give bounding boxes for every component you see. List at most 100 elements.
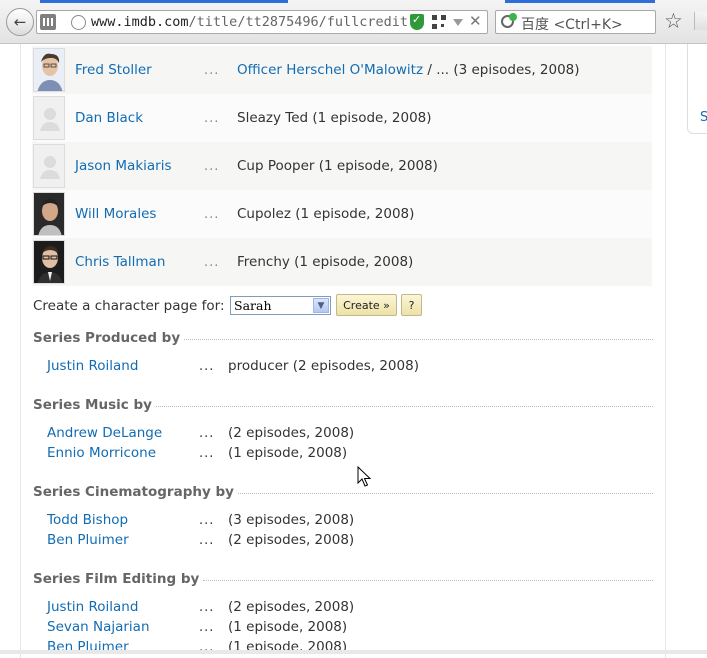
- credit-name-link[interactable]: Todd Bishop: [47, 512, 128, 528]
- cast-row: Jason Makiaris ... Cup Pooper (1 episode…: [32, 142, 652, 190]
- section-heading-produced: Series Produced by: [33, 329, 653, 347]
- apps-grid-icon[interactable]: [40, 14, 56, 30]
- person-silhouette-icon: [40, 156, 60, 179]
- section-rule: [237, 492, 653, 494]
- credit-dots: ...: [199, 512, 215, 528]
- actor-photo[interactable]: [33, 240, 65, 284]
- credit-dots: ...: [199, 445, 215, 461]
- create-button[interactable]: Create »: [336, 294, 397, 316]
- cast-row: Fred Stoller ... Officer Herschel O'Malo…: [32, 46, 652, 94]
- dropdown-icon[interactable]: [453, 19, 463, 26]
- cast-row: Will Morales ... Cupolez (1 episode, 200…: [32, 190, 652, 238]
- credit-dots: ...: [199, 619, 215, 635]
- search-bar[interactable]: 百度 <Ctrl+K>: [495, 10, 656, 34]
- cast-dots: ...: [204, 254, 220, 270]
- active-tab-indicator: [40, 0, 288, 3]
- actor-photo[interactable]: [33, 192, 65, 236]
- globe-icon: [71, 15, 86, 30]
- address-bar[interactable]: www.imdb.com/title/tt2875496/fullcredit …: [36, 10, 488, 34]
- right-rail-widget: S: [687, 44, 707, 134]
- actor-photo-image: [34, 241, 64, 283]
- actor-photo-placeholder[interactable]: [33, 96, 65, 140]
- url-path: /title/tt2875496/fullcredit: [188, 14, 408, 30]
- create-character-row: Create a character page for: Sarah ▼ Cre…: [33, 294, 422, 318]
- credit-row: Ben Pluimer ... (2 episodes, 2008): [47, 530, 647, 550]
- actor-photo-image: [34, 193, 64, 235]
- actor-name-link[interactable]: Jason Makiaris: [75, 158, 172, 174]
- credit-description: (3 episodes, 2008): [228, 512, 355, 528]
- credit-name-link[interactable]: Justin Roiland: [47, 599, 138, 615]
- shield-icon[interactable]: [410, 13, 424, 30]
- horizontal-scrollbar[interactable]: [0, 650, 707, 654]
- credit-row: Andrew DeLange ... (2 episodes, 2008): [47, 423, 647, 443]
- credit-row: Ennio Morricone ... (1 episode, 2008): [47, 443, 647, 463]
- credit-description: (2 episodes, 2008): [228, 425, 355, 441]
- cast-row: Chris Tallman ... Frenchy (1 episode, 20…: [32, 238, 652, 286]
- actor-name-link[interactable]: Will Morales: [75, 206, 156, 222]
- help-button[interactable]: ?: [401, 294, 422, 316]
- section-heading-music: Series Music by: [33, 396, 653, 414]
- section-title: Series Film Editing by: [33, 571, 200, 587]
- qr-code-icon[interactable]: [432, 15, 446, 29]
- character-cell: Cupolez (1 episode, 2008): [237, 206, 415, 222]
- credit-name-link[interactable]: Sevan Najarian: [47, 619, 150, 635]
- character-extra: / ... (3 episodes, 2008): [423, 62, 580, 78]
- actor-photo-image: [34, 49, 64, 91]
- credit-row: Ben Pluimer ... (1 episode, 2008): [47, 637, 647, 657]
- section-rule: [184, 338, 653, 340]
- section-title: Series Produced by: [33, 330, 181, 346]
- credit-name-link[interactable]: Ennio Morricone: [47, 445, 156, 461]
- credit-description: (1 episode, 2008): [228, 445, 348, 461]
- section-heading-film-editing: Series Film Editing by: [33, 570, 653, 588]
- credit-dots: ...: [199, 358, 215, 374]
- credit-description: (2 episodes, 2008): [228, 599, 355, 615]
- character-link[interactable]: Officer Herschel O'Malowitz: [237, 62, 423, 78]
- section-rule: [155, 405, 653, 407]
- section-rule: [203, 579, 653, 581]
- back-button[interactable]: ←: [6, 8, 34, 36]
- close-icon[interactable]: ✕: [469, 12, 485, 30]
- search-placeholder: 百度 <Ctrl+K>: [521, 17, 623, 33]
- search-engine-icon[interactable]: [501, 13, 517, 28]
- actor-name-link[interactable]: Dan Black: [75, 110, 143, 126]
- back-icon: ←: [13, 12, 27, 31]
- credit-description: (1 episode, 2008): [228, 619, 348, 635]
- credit-row: Justin Roiland ... (2 episodes, 2008): [47, 597, 647, 617]
- credit-name-link[interactable]: Justin Roiland: [47, 358, 138, 374]
- credit-row: Justin Roiland ... producer (2 episodes,…: [47, 356, 647, 376]
- browser-toolbar: ← www.imdb.com/title/tt2875496/fullcredi…: [0, 0, 707, 44]
- character-cell: Officer Herschel O'Malowitz / ... (3 epi…: [237, 62, 580, 78]
- actor-photo[interactable]: [33, 48, 65, 92]
- person-silhouette-icon: [40, 108, 60, 131]
- character-cell: Cup Pooper (1 episode, 2008): [237, 158, 438, 174]
- mouse-cursor-icon: [357, 466, 371, 487]
- credit-dots: ...: [199, 425, 215, 441]
- right-rail-link[interactable]: S: [700, 110, 707, 125]
- actor-name-link[interactable]: Fred Stoller: [75, 62, 152, 78]
- section-title: Series Cinematography by: [33, 484, 234, 500]
- url-text[interactable]: www.imdb.com/title/tt2875496/fullcredit: [91, 14, 408, 30]
- cast-dots: ...: [204, 110, 220, 126]
- character-select[interactable]: Sarah ▼: [230, 296, 331, 315]
- credit-description: producer (2 episodes, 2008): [228, 358, 419, 374]
- section-heading-cinematography: Series Cinematography by: [33, 483, 653, 501]
- menu-button[interactable]: [694, 12, 707, 30]
- url-domain: www.imdb.com: [91, 14, 189, 30]
- cast-dots: ...: [204, 158, 220, 174]
- chevron-down-icon[interactable]: ▼: [313, 298, 329, 313]
- credit-name-link[interactable]: Andrew DeLange: [47, 425, 162, 441]
- cast-dots: ...: [204, 62, 220, 78]
- character-cell: Sleazy Ted (1 episode, 2008): [237, 110, 432, 126]
- tab-indicator: [505, 0, 655, 3]
- character-cell: Frenchy (1 episode, 2008): [237, 254, 414, 270]
- credit-row: Todd Bishop ... (3 episodes, 2008): [47, 510, 647, 530]
- bookmark-star-icon[interactable]: ☆: [664, 8, 683, 34]
- actor-name-link[interactable]: Chris Tallman: [75, 254, 165, 270]
- cast-row: Dan Black ... Sleazy Ted (1 episode, 200…: [32, 94, 652, 142]
- character-select-value: Sarah: [234, 298, 272, 313]
- section-title: Series Music by: [33, 397, 152, 413]
- credit-dots: ...: [199, 532, 215, 548]
- actor-photo-placeholder[interactable]: [33, 144, 65, 188]
- credit-name-link[interactable]: Ben Pluimer: [47, 532, 129, 548]
- credit-description: (2 episodes, 2008): [228, 532, 355, 548]
